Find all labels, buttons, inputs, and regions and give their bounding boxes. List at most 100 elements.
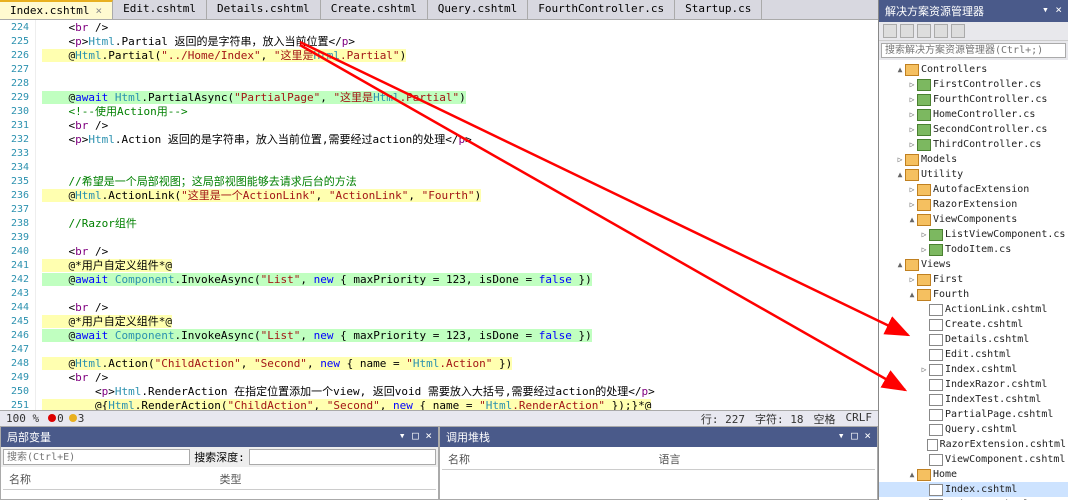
tree-item[interactable]: ▷FourthController.cs [879, 92, 1068, 107]
panel-controls[interactable]: ▾ □ × [399, 429, 432, 445]
tree-item[interactable]: IndexTest.cshtml [879, 392, 1068, 407]
depth-input[interactable] [249, 449, 436, 465]
close-icon: × [95, 4, 102, 17]
expand-icon[interactable]: ▲ [895, 170, 905, 179]
file-icon [929, 424, 943, 436]
file-icon [929, 304, 943, 316]
tree-item[interactable]: ▷AutofacExtension [879, 182, 1068, 197]
cs-icon [929, 244, 943, 256]
fld-icon [917, 184, 931, 196]
tab-Index-cshtml[interactable]: Index.cshtml× [0, 0, 113, 19]
expand-icon[interactable]: ▷ [907, 110, 917, 119]
tree-item[interactable]: ▷ListViewComponent.cs [879, 227, 1068, 242]
expand-icon[interactable]: ▲ [907, 470, 917, 479]
wrench-icon[interactable] [934, 24, 948, 38]
fld-icon [917, 199, 931, 211]
expand-icon[interactable]: ▷ [919, 230, 929, 239]
fld-icon [905, 154, 919, 166]
tree-item[interactable]: Query.cshtml [879, 422, 1068, 437]
sidebar-toolbar [879, 22, 1068, 41]
file-icon [929, 394, 943, 406]
code-editor[interactable]: <br /> <p>Html.Partial 返回的是字符串，放入当前位置</p… [36, 20, 878, 410]
tree-item[interactable]: ▷Index.cshtml [879, 362, 1068, 377]
editor-tabs: Index.cshtml×Edit.cshtmlDetails.cshtmlCr… [0, 0, 878, 20]
expand-icon[interactable]: ▷ [919, 245, 929, 254]
tree-item[interactable]: ActionLink.cshtml [879, 302, 1068, 317]
expand-icon[interactable]: ▷ [907, 140, 917, 149]
file-icon [929, 364, 943, 376]
tree-item[interactable]: Index.cshtml [879, 482, 1068, 497]
line-gutter: 224 225 226 227 228 229 230 231 232 233 … [0, 20, 36, 410]
file-icon [929, 334, 943, 346]
expand-icon[interactable]: ▷ [907, 200, 917, 209]
file-icon [927, 439, 938, 451]
solution-search[interactable] [881, 43, 1066, 58]
expand-icon[interactable]: ▷ [907, 275, 917, 284]
expand-icon[interactable]: ▷ [919, 365, 929, 374]
tree-item[interactable]: ▷SecondController.cs [879, 122, 1068, 137]
tree-item[interactable]: ▲Home [879, 467, 1068, 482]
cs-icon [917, 94, 931, 106]
expand-icon[interactable]: ▷ [907, 95, 917, 104]
tree-item[interactable]: ▷HomeController.cs [879, 107, 1068, 122]
filter-icon[interactable] [951, 24, 965, 38]
file-icon [929, 319, 943, 331]
panel-controls[interactable]: ▾ □ × [838, 429, 871, 445]
tree-item[interactable]: ▲Utility [879, 167, 1068, 182]
cs-icon [929, 229, 943, 241]
tree-item[interactable]: ▷ThirdController.cs [879, 137, 1068, 152]
tree-item[interactable]: Edit.cshtml [879, 347, 1068, 362]
file-icon [929, 409, 943, 421]
expand-icon[interactable]: ▲ [895, 260, 905, 269]
tree-item[interactable]: ▲ViewComponents [879, 212, 1068, 227]
locals-panel: 局部变量▾ □ × 搜索深度: 名称类型 [0, 426, 439, 500]
home-icon[interactable] [883, 24, 897, 38]
sync-icon[interactable] [917, 24, 931, 38]
tab-Startup-cs[interactable]: Startup.cs [675, 0, 762, 19]
tree-item[interactable]: IndexRazor.cshtml [879, 377, 1068, 392]
solution-tree: ▲Controllers▷FirstController.cs▷FourthCo… [879, 60, 1068, 500]
cs-icon [917, 124, 931, 136]
tree-item[interactable]: ▲Controllers [879, 62, 1068, 77]
tab-FourthController-cs[interactable]: FourthController.cs [528, 0, 675, 19]
tab-Create-cshtml[interactable]: Create.cshtml [321, 0, 428, 19]
expand-icon[interactable]: ▷ [907, 185, 917, 194]
tree-item[interactable]: Details.cshtml [879, 332, 1068, 347]
tree-item[interactable]: ▷Models [879, 152, 1068, 167]
expand-icon[interactable]: ▷ [907, 125, 917, 134]
expand-icon[interactable]: ▲ [895, 65, 905, 74]
tree-item[interactable]: ▲Views [879, 257, 1068, 272]
tab-Details-cshtml[interactable]: Details.cshtml [207, 0, 321, 19]
tree-item[interactable]: ▷FirstController.cs [879, 77, 1068, 92]
fld-icon [917, 289, 931, 301]
tree-item[interactable]: ▷RazorExtension [879, 197, 1068, 212]
file-icon [929, 349, 943, 361]
tree-item[interactable]: ▷TodoItem.cs [879, 242, 1068, 257]
fld-icon [905, 169, 919, 181]
tab-Query-cshtml[interactable]: Query.cshtml [428, 0, 528, 19]
cs-icon [917, 109, 931, 121]
tree-item[interactable]: ▷First [879, 272, 1068, 287]
refresh-icon[interactable] [900, 24, 914, 38]
solution-explorer: 解决方案资源管理器▾ × ▲Controllers▷FirstControlle… [878, 0, 1068, 500]
cs-icon [917, 139, 931, 151]
file-icon [929, 379, 943, 391]
fld-icon [917, 214, 931, 226]
tree-item[interactable]: PartialPage.cshtml [879, 407, 1068, 422]
tree-item[interactable]: Create.cshtml [879, 317, 1068, 332]
callstack-panel: 调用堆栈▾ □ × 名称语言 [439, 426, 878, 500]
fld-icon [917, 469, 931, 481]
expand-icon[interactable]: ▷ [907, 80, 917, 89]
tree-item[interactable]: ▲Fourth [879, 287, 1068, 302]
tab-Edit-cshtml[interactable]: Edit.cshtml [113, 0, 207, 19]
panel-controls[interactable]: ▾ × [1042, 3, 1062, 19]
locals-search[interactable] [3, 449, 190, 465]
fld-icon [905, 259, 919, 271]
fld-icon [917, 274, 931, 286]
expand-icon[interactable]: ▲ [907, 215, 917, 224]
tree-item[interactable]: ViewComponent.cshtml [879, 452, 1068, 467]
expand-icon[interactable]: ▷ [895, 155, 905, 164]
tree-item[interactable]: RazorExtension.cshtml [879, 437, 1068, 452]
file-icon [929, 484, 943, 496]
expand-icon[interactable]: ▲ [907, 290, 917, 299]
